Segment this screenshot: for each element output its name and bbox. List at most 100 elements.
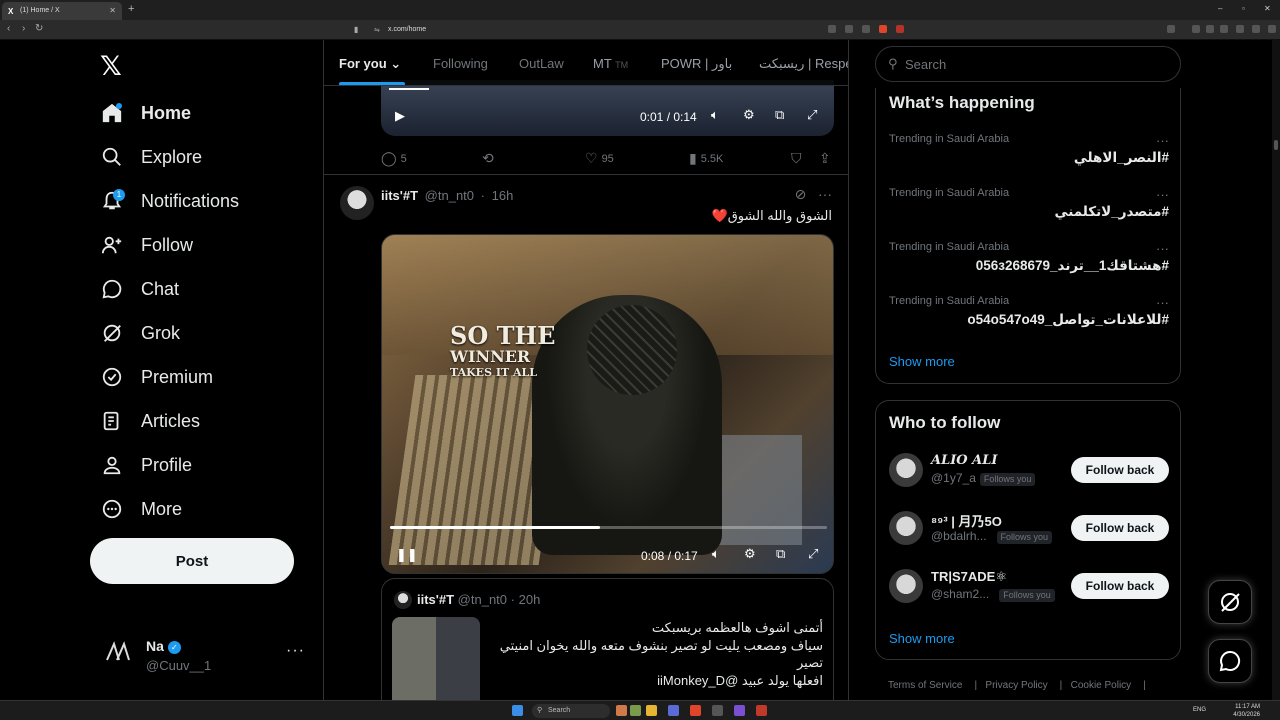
maximize-icon[interactable]: ▫: [1242, 4, 1245, 13]
tweet-avatar[interactable]: [340, 186, 374, 220]
nav-profile[interactable]: Profile: [100, 449, 192, 481]
nav-chat[interactable]: Chat: [100, 273, 179, 305]
brave-browser-icon[interactable]: [690, 705, 701, 716]
messages-fab-button[interactable]: [1208, 639, 1252, 683]
video-fullscreen-icon[interactable]: ⤢: [808, 546, 818, 562]
trend-item[interactable]: Trending in Saudi Arabia ··· #النصر_الاه…: [889, 133, 1169, 183]
follow-suggestion[interactable]: ALIO ALI @1y7_a Follows you Follow back: [889, 449, 1169, 493]
share-icon[interactable]: [862, 25, 870, 33]
language-indicator[interactable]: ENG: [1193, 707, 1206, 713]
share-button[interactable]: ⇪: [819, 150, 835, 167]
reply-button[interactable]: ◯ 5: [381, 150, 407, 167]
taskbar-search[interactable]: ⚲ Search: [532, 704, 610, 718]
trend-more-icon[interactable]: ···: [1156, 133, 1169, 148]
nav-grok[interactable]: Grok: [100, 317, 180, 349]
search-field[interactable]: ⚲ Search: [875, 46, 1181, 82]
nav-articles[interactable]: Articles: [100, 405, 200, 437]
panel-icon[interactable]: [1206, 25, 1214, 33]
nav-home[interactable]: Home: [100, 97, 191, 129]
repost-button[interactable]: ⟲: [482, 150, 498, 167]
follow-show-more-link[interactable]: Show more: [889, 631, 955, 646]
trend-more-icon[interactable]: ···: [1156, 187, 1169, 202]
quoted-tweet[interactable]: iits'#T @tn_nt0 · 20h أتمنى اشوف هالعظمه…: [381, 578, 834, 700]
settings-gear-icon[interactable]: ⚙: [743, 107, 755, 123]
menu-icon[interactable]: [1268, 25, 1276, 33]
tweet-more-icon[interactable]: ···: [818, 186, 832, 202]
windows-start-icon[interactable]: [512, 705, 523, 716]
nav-follow[interactable]: Follow: [100, 229, 193, 261]
nav-more[interactable]: More: [100, 493, 182, 525]
new-tab-icon[interactable]: +: [128, 3, 134, 15]
follow-suggestion[interactable]: ⁸⁹³ | 月乃5O @bdalrh... Follows you Follow …: [889, 507, 1169, 551]
tab-powr[interactable]: POWR | باور: [661, 56, 732, 72]
extensions-icon[interactable]: [1220, 25, 1228, 33]
file-explorer-icon[interactable]: [646, 705, 657, 716]
tweet-age[interactable]: 16h: [492, 188, 514, 203]
previous-video-progress[interactable]: [389, 88, 429, 90]
bookmark-button[interactable]: ⛉: [791, 150, 806, 167]
reload-icon[interactable]: ↻: [35, 23, 43, 34]
video-settings-icon[interactable]: ⚙: [744, 546, 756, 562]
rewards-icon[interactable]: [896, 25, 904, 33]
tab-following[interactable]: Following: [433, 56, 488, 71]
follow-suggestion[interactable]: TR|S7ADE⚛ @sham2... Follows you Follow ba…: [889, 565, 1169, 609]
tab-respect[interactable]: ريسبكت | Respe: [759, 56, 848, 72]
sidebar-toggle-icon[interactable]: [1167, 25, 1175, 33]
clock[interactable]: 11:17 AM 4/30/2026: [1233, 703, 1260, 719]
trend-more-icon[interactable]: ···: [1156, 295, 1169, 310]
tweet-author-name[interactable]: iits'#T: [381, 188, 418, 203]
nav-notifications[interactable]: 1 Notifications: [100, 185, 239, 217]
x-logo-icon[interactable]: 𝕏: [100, 53, 126, 80]
volume-icon[interactable]: 🔈︎: [711, 107, 719, 123]
grok-explain-icon[interactable]: ⊘: [795, 186, 807, 202]
fullscreen-icon[interactable]: ⤢: [807, 107, 817, 123]
window-close-icon[interactable]: ✕: [1264, 4, 1271, 13]
video-volume-icon[interactable]: 🔈︎: [712, 546, 720, 562]
cookie-link[interactable]: Cookie Policy: [1071, 680, 1132, 691]
account-more-icon[interactable]: ···: [286, 642, 305, 660]
views-button[interactable]: ▮ 5.5K: [689, 150, 723, 167]
nav-premium[interactable]: Premium: [100, 361, 213, 393]
quoted-media-thumbnail[interactable]: [392, 617, 480, 700]
tab-mt[interactable]: MT TM: [593, 56, 628, 71]
trends-show-more-link[interactable]: Show more: [889, 354, 955, 369]
terms-link[interactable]: Terms of Service: [888, 680, 962, 691]
discord-icon[interactable]: [668, 705, 679, 716]
close-tab-icon[interactable]: ✕: [109, 6, 116, 15]
screen-icon[interactable]: [828, 25, 836, 33]
like-button[interactable]: ♡ 95: [585, 150, 614, 167]
vpn-icon[interactable]: [1252, 25, 1260, 33]
zoom-icon[interactable]: [845, 25, 853, 33]
grok-fab-button[interactable]: [1208, 580, 1252, 624]
trend-item[interactable]: Trending in Saudi Arabia ··· #للاعلانات_…: [889, 295, 1169, 345]
pause-icon[interactable]: ❚❚: [396, 547, 418, 563]
music-icon[interactable]: [1192, 25, 1200, 33]
follow-back-button[interactable]: Follow back: [1071, 515, 1169, 541]
back-icon[interactable]: ‹: [7, 23, 10, 34]
video-pip-icon[interactable]: ⧉: [776, 546, 785, 562]
minimize-icon[interactable]: –: [1218, 4, 1222, 13]
app-icon[interactable]: [712, 705, 723, 716]
brave-shield-icon[interactable]: [879, 25, 887, 33]
bookmark-icon[interactable]: ▮: [354, 25, 358, 34]
trend-more-icon[interactable]: ···: [1156, 241, 1169, 256]
tab-outlaw[interactable]: OutLaw: [519, 56, 564, 71]
browser-tab[interactable]: X (1) Home / X ✕: [2, 2, 122, 20]
privacy-link[interactable]: Privacy Policy: [985, 680, 1047, 691]
tab-for-you[interactable]: For you ⌄: [339, 56, 401, 72]
nav-explore[interactable]: Explore: [100, 141, 202, 173]
video-progress-bar[interactable]: [390, 526, 827, 529]
address-bar[interactable]: ⇋ x.com/home: [368, 23, 908, 37]
previous-video-player[interactable]: ▶ 0:01 / 0:14 🔈︎ ⚙ ⧉ ⤢: [381, 80, 834, 136]
twitch-icon[interactable]: [734, 705, 745, 716]
follow-back-button[interactable]: Follow back: [1071, 457, 1169, 483]
widgets-2-icon[interactable]: [630, 705, 641, 716]
scrollbar-thumb[interactable]: [1274, 140, 1278, 150]
widgets-icon[interactable]: [616, 705, 627, 716]
tweet-author-handle[interactable]: @tn_nt0: [425, 188, 474, 203]
page-scrollbar[interactable]: [1272, 40, 1280, 700]
forward-icon[interactable]: ›: [22, 23, 25, 34]
chrome-icon[interactable]: [756, 705, 767, 716]
trend-item[interactable]: Trending in Saudi Arabia ··· #متصدر_لاتك…: [889, 187, 1169, 237]
trend-item[interactable]: Trending in Saudi Arabia ··· #هشتاقك1__ت…: [889, 241, 1169, 291]
